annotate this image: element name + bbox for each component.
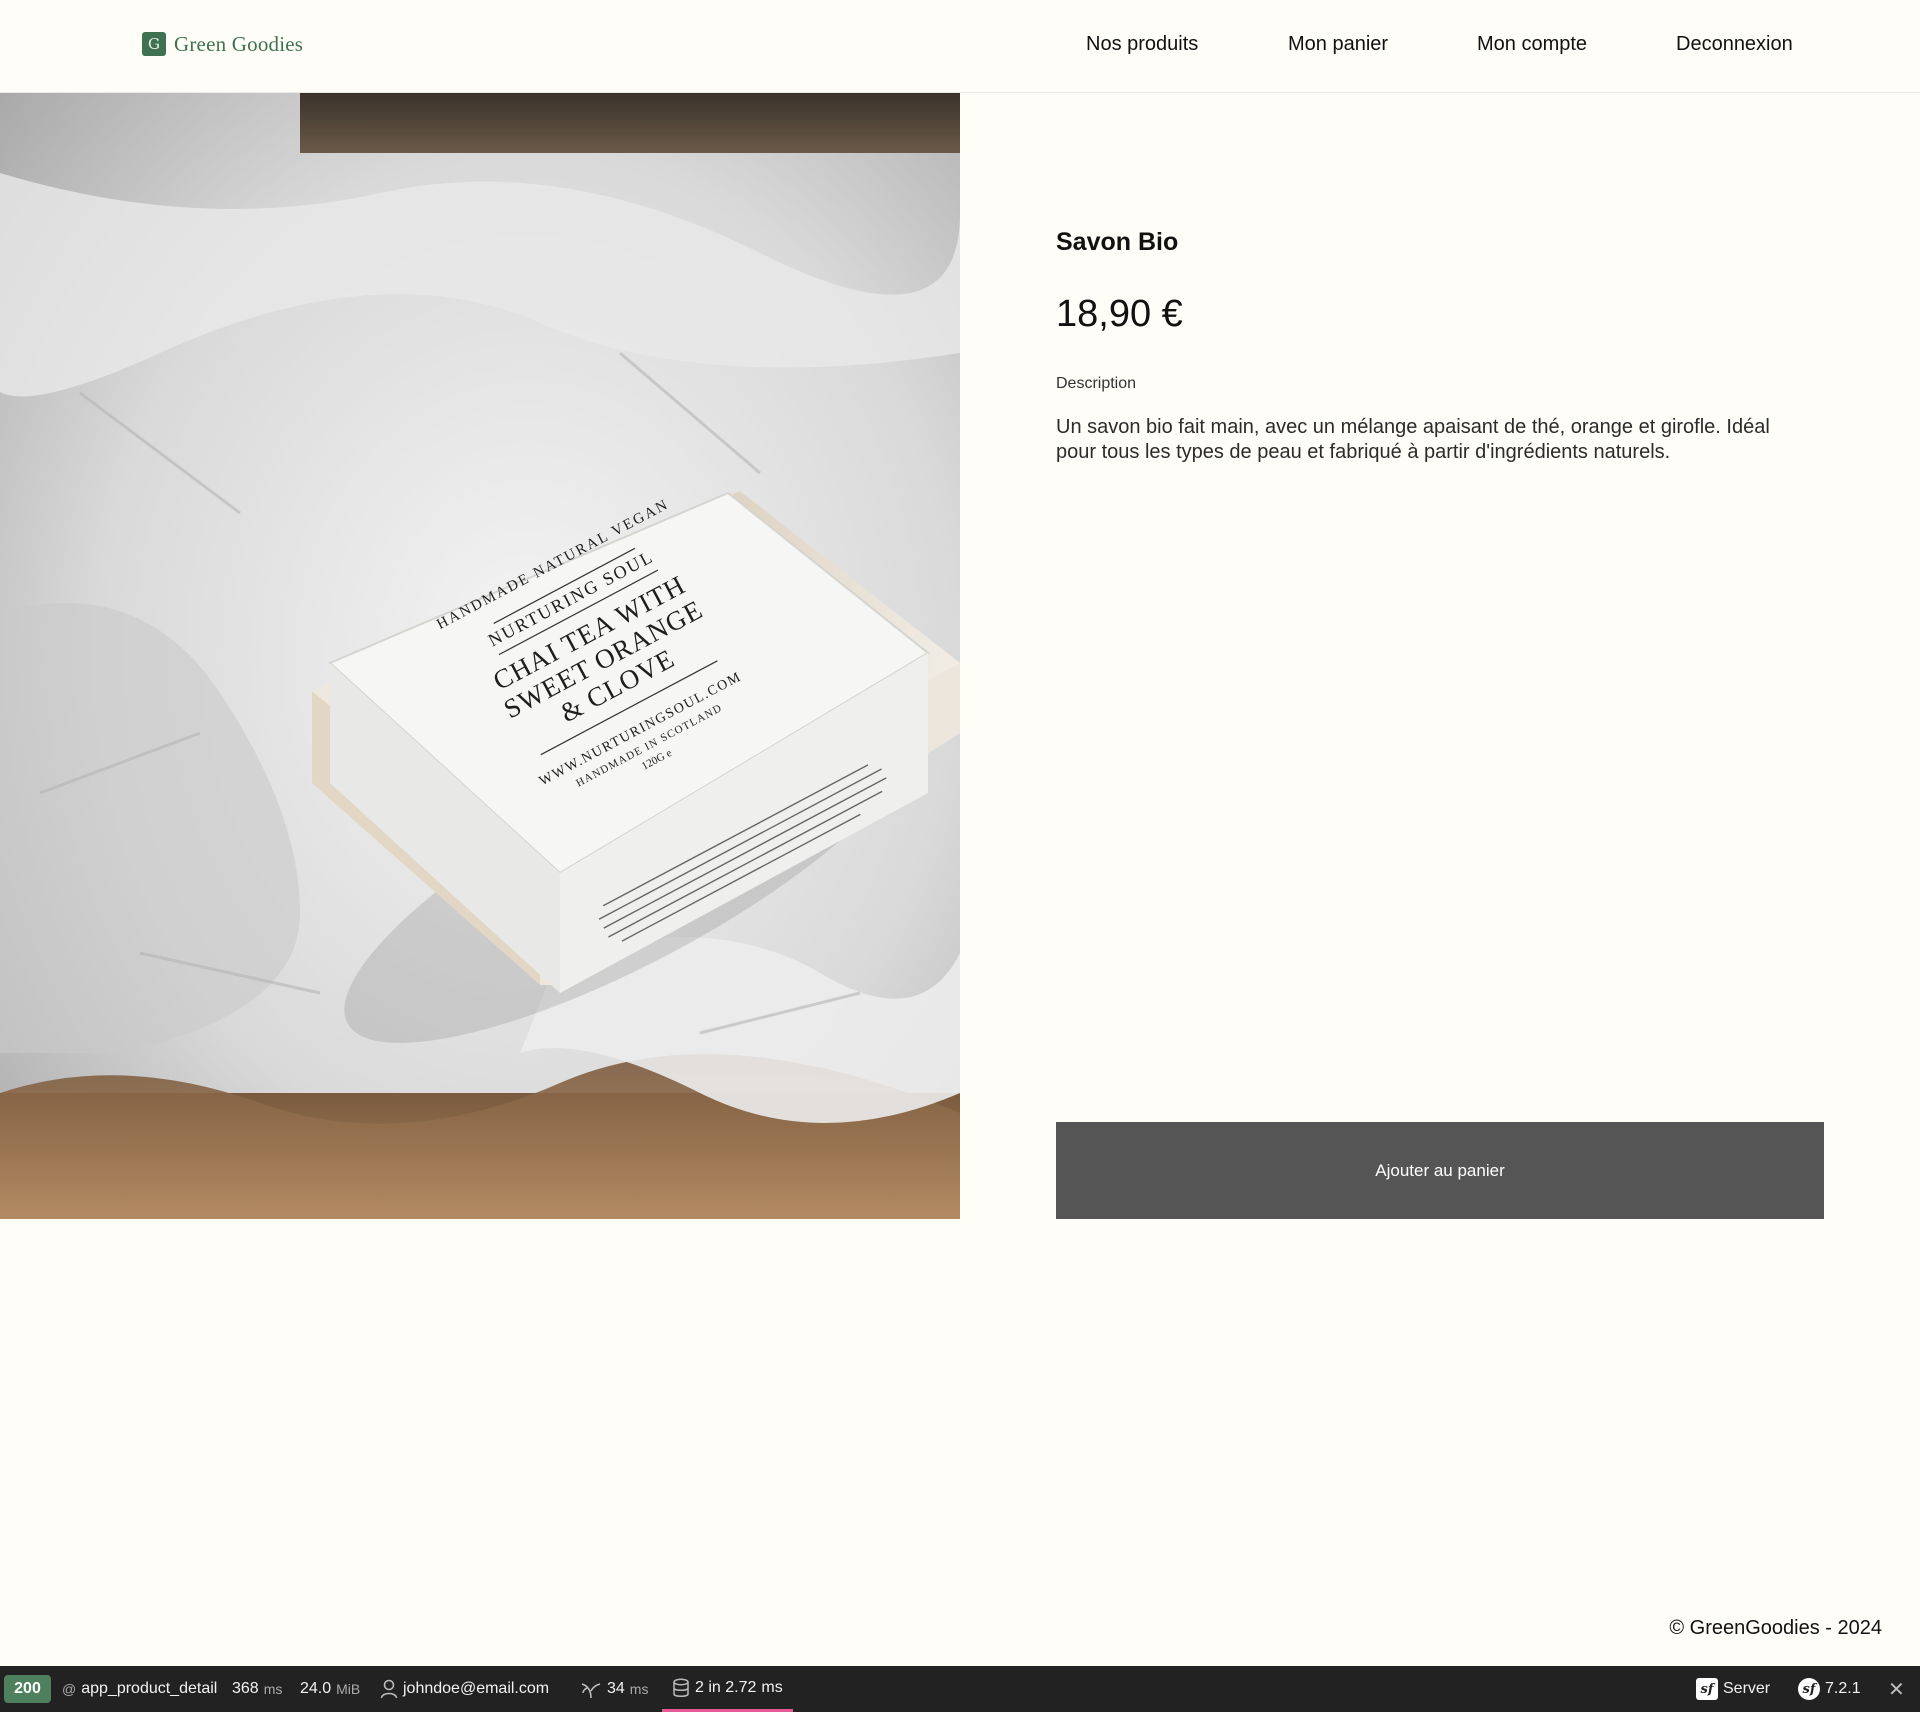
toolbar-database[interactable]: 2 in 2.72 ms xyxy=(662,1666,793,1712)
product-image: HANDMADE NATURAL VEGAN NURTURING SOUL CH… xyxy=(0,93,960,1219)
toolbar-close-icon[interactable]: ✕ xyxy=(1888,1666,1905,1712)
user-email: johndoe@email.com xyxy=(403,1680,550,1697)
twig-icon xyxy=(581,1683,601,1699)
product-title: Savon Bio xyxy=(1056,228,1179,256)
route-name: app_product_detail xyxy=(81,1680,218,1697)
user-icon xyxy=(380,1679,398,1699)
nav-nos-produits[interactable]: Nos produits xyxy=(1086,31,1198,57)
nav-mon-compte[interactable]: Mon compte xyxy=(1477,31,1587,57)
toolbar-time[interactable]: 368 ms xyxy=(232,1666,282,1712)
description-label: Description xyxy=(1056,375,1137,392)
logo-icon: G xyxy=(142,32,166,56)
time-value: 368 xyxy=(232,1680,259,1697)
toolbar-user[interactable]: johndoe@email.com xyxy=(380,1666,549,1712)
toolbar-symfony-version[interactable]: sf 7.2.1 xyxy=(1798,1666,1861,1712)
route-prefix: @ xyxy=(62,1681,77,1697)
nav-deconnexion[interactable]: Deconnexion xyxy=(1676,31,1793,57)
symfony-logo-icon: sf xyxy=(1798,1678,1820,1700)
nav-mon-panier[interactable]: Mon panier xyxy=(1288,31,1388,57)
db-value: 2 in 2.72 xyxy=(695,1678,757,1696)
time-unit: ms xyxy=(263,1681,283,1697)
toolbar-route[interactable]: @ app_product_detail xyxy=(62,1666,217,1712)
soap-photo: HANDMADE NATURAL VEGAN NURTURING SOUL CH… xyxy=(0,93,960,1219)
toolbar-twig[interactable]: 34 ms xyxy=(580,1666,648,1712)
debug-toolbar: 200 @ app_product_detail 368 ms 24.0 MiB … xyxy=(0,1666,1920,1712)
status-badge[interactable]: 200 xyxy=(4,1675,51,1703)
footer-copyright: © GreenGoodies - 2024 xyxy=(1669,1617,1882,1639)
server-label: Server xyxy=(1723,1680,1771,1697)
symfony-version: 7.2.1 xyxy=(1825,1680,1861,1697)
twig-unit: ms xyxy=(629,1681,649,1697)
toolbar-memory[interactable]: 24.0 MiB xyxy=(300,1666,360,1712)
product-description: Un savon bio fait main, avec un mélange … xyxy=(1056,416,1770,463)
symfony-server-icon: sf xyxy=(1696,1678,1718,1700)
memory-value: 24.0 xyxy=(300,1680,332,1697)
db-unit: ms xyxy=(761,1678,783,1696)
toolbar-server[interactable]: sf Server xyxy=(1696,1666,1770,1712)
twig-value: 34 xyxy=(607,1680,625,1697)
memory-unit: MiB xyxy=(336,1681,361,1697)
database-icon xyxy=(673,1677,689,1697)
logo-text: Green Goodies xyxy=(174,31,304,56)
site-header: G Green Goodies Nos produits Mon panier … xyxy=(0,0,1920,93)
add-to-cart-button[interactable]: Ajouter au panier xyxy=(1056,1122,1824,1219)
logo-link[interactable]: G Green Goodies xyxy=(142,31,303,57)
page: G Green Goodies Nos produits Mon panier … xyxy=(0,0,1920,1712)
product-price: 18,90 € xyxy=(1056,293,1183,335)
